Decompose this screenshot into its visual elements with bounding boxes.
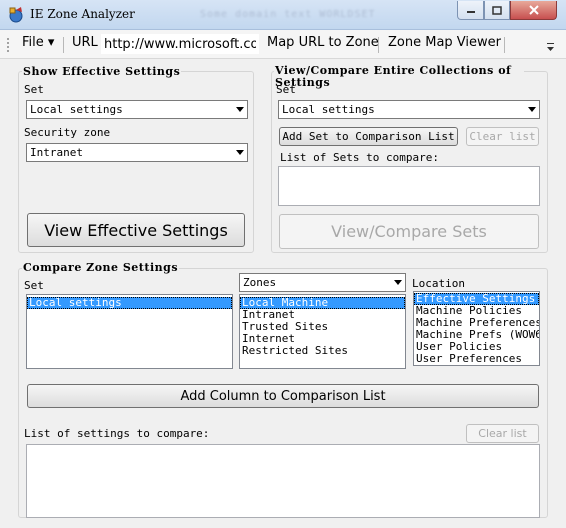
location-list[interactable]: Effective Settings Machine Policies Mach… bbox=[413, 291, 540, 366]
chevron-down-icon bbox=[236, 150, 244, 155]
file-menu[interactable]: File ▾ bbox=[22, 35, 54, 50]
url-label: URL bbox=[72, 35, 98, 50]
minimize-icon bbox=[466, 11, 475, 13]
menu-separator bbox=[63, 37, 64, 53]
compare-set-dropdown[interactable]: Local settings bbox=[278, 100, 540, 119]
add-set-button[interactable]: Add Set to Comparison List bbox=[279, 127, 458, 146]
sets-list-label: List of Sets to compare: bbox=[280, 151, 439, 164]
zone-set-label: Set bbox=[24, 279, 44, 292]
compare-set-label: Set bbox=[276, 83, 296, 96]
location-label: Location bbox=[412, 277, 465, 290]
view-effective-settings-button[interactable]: View Effective Settings bbox=[27, 213, 245, 247]
settings-to-compare-list[interactable] bbox=[26, 444, 540, 518]
clear-settings-button[interactable]: Clear list bbox=[466, 424, 539, 443]
zone-map-viewer-button[interactable]: Zone Map Viewer bbox=[388, 35, 501, 50]
compare-collections-title: View/Compare Entire Collections of Setti… bbox=[274, 65, 524, 89]
view-compare-sets-button[interactable]: View/Compare Sets bbox=[279, 214, 539, 249]
list-item[interactable]: Restricted Sites bbox=[240, 345, 405, 357]
security-zone-label: Security zone bbox=[24, 126, 111, 139]
map-url-to-zone-button[interactable]: Map URL to Zone bbox=[267, 35, 379, 50]
chevron-down-icon bbox=[394, 280, 402, 285]
clear-sets-button[interactable]: Clear list bbox=[466, 127, 539, 146]
maximize-icon bbox=[492, 5, 502, 15]
close-icon bbox=[528, 5, 539, 15]
grip-icon bbox=[7, 38, 9, 52]
window-title: IE Zone Analyzer bbox=[30, 7, 135, 21]
settings-list-label: List of settings to compare: bbox=[24, 427, 210, 440]
compare-zone-title: Compare Zone Settings bbox=[22, 261, 180, 274]
window-title-extra: Some domain text WORLDSET bbox=[200, 9, 376, 20]
url-input[interactable] bbox=[101, 34, 259, 54]
menu-separator bbox=[504, 37, 505, 53]
effective-set-value: Local settings bbox=[30, 103, 123, 116]
zones-dropdown[interactable]: Zones bbox=[239, 273, 406, 292]
close-button[interactable] bbox=[510, 1, 557, 20]
overflow-chevron-icon[interactable] bbox=[546, 42, 555, 52]
menu-separator bbox=[378, 37, 379, 53]
compare-set-value: Local settings bbox=[282, 103, 375, 116]
maximize-button[interactable] bbox=[484, 1, 510, 20]
chevron-down-icon bbox=[236, 107, 244, 112]
effective-set-label: Set bbox=[24, 83, 44, 96]
security-zone-value: Intranet bbox=[30, 146, 83, 159]
sets-to-compare-list[interactable] bbox=[278, 166, 540, 206]
chevron-down-icon bbox=[528, 107, 536, 112]
zone-set-list[interactable]: Local settings bbox=[26, 294, 233, 369]
effective-set-dropdown[interactable]: Local settings bbox=[26, 100, 248, 119]
add-column-button[interactable]: Add Column to Comparison List bbox=[27, 384, 539, 408]
security-zone-dropdown[interactable]: Intranet bbox=[26, 143, 248, 162]
effective-settings-title: Show Effective Settings bbox=[22, 65, 182, 78]
minimize-button[interactable] bbox=[457, 1, 484, 20]
zones-list[interactable]: Local Machine Intranet Trusted Sites Int… bbox=[239, 294, 406, 369]
zones-dropdown-value: Zones bbox=[243, 276, 277, 289]
list-item[interactable]: User Preferences bbox=[414, 353, 539, 365]
app-icon bbox=[9, 7, 23, 23]
list-item[interactable]: Local settings bbox=[27, 297, 232, 309]
